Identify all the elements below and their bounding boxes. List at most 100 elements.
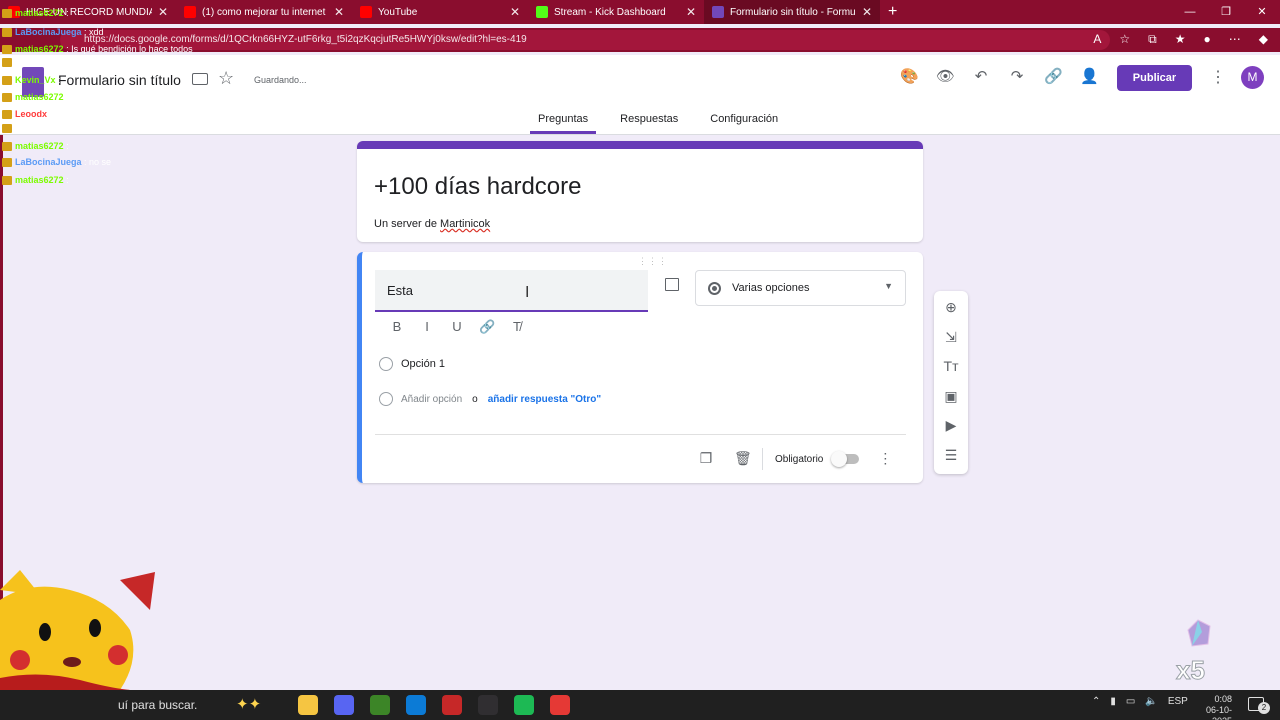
network-icon[interactable]: ▭ [1126,696,1135,707]
spotify-icon[interactable] [514,695,534,715]
chevron-up-icon[interactable]: ⌃ [1092,696,1100,707]
link-icon[interactable]: 🔗 [1044,67,1063,87]
url-input[interactable]: https://docs.google.com/forms/d/1QCrkn66… [60,30,1110,50]
option-row[interactable]: Opción 1 [379,357,445,371]
tab-title: (1) como mejorar tu internet en p [202,6,328,18]
maximize-button[interactable]: ❐ [1208,0,1244,24]
profile-icon[interactable]: ● [1204,32,1211,47]
folder-icon[interactable] [192,73,208,85]
bold-icon[interactable]: B [389,319,405,335]
copilot-icon[interactable]: ◆ [1259,32,1268,47]
chat-badge-icon [2,110,12,120]
radio-circle-icon [379,357,393,371]
palette-icon[interactable]: 🎨 [900,67,919,87]
voicemeeter-icon[interactable] [442,695,462,715]
usb-icon[interactable]: ▮ [1110,696,1116,707]
clock-date: 06-10-2025 [1205,705,1232,720]
question-footer: ❐ 🗑 Obligatorio ⋮ [698,448,893,470]
tab-favicon-icon [536,6,548,18]
chat-text: : [66,92,69,102]
collections-icon[interactable]: ★ [1175,32,1186,47]
discord-icon[interactable] [334,695,354,715]
form-description[interactable]: Un server de Martinicok [374,218,490,230]
taskbar-search[interactable]: uí para buscar. [118,698,197,712]
close-window-button[interactable]: ✕ [1244,0,1280,24]
question-type-dropdown[interactable]: Varias opciones ▼ [695,270,906,306]
browser-tab[interactable]: Stream - Kick Dashboard ✕ [528,0,704,24]
tab-title: Formulario sin título - Formulario [730,6,856,18]
publish-button[interactable]: Publicar [1117,65,1192,91]
redo-icon[interactable]: ↷ [1008,67,1026,87]
question-type-label: Varias opciones [732,282,810,294]
add-question-icon[interactable]: ⊕ [942,299,960,316]
notification-badge: 2 [1258,702,1270,714]
duplicate-icon[interactable]: ❐ [698,450,714,468]
edge-icon[interactable] [406,695,426,715]
underline-icon[interactable]: U [449,319,465,335]
add-image-icon[interactable]: ▣ [942,388,960,405]
chat-badge-icon [2,58,12,68]
close-tab-icon[interactable]: ✕ [686,5,696,19]
tab-configuracion[interactable]: Configuración [702,111,786,134]
form-title[interactable]: +100 días hardcore [374,173,581,201]
preview-icon[interactable]: 👁 [936,67,955,87]
italic-icon[interactable]: I [419,319,435,335]
add-collaborator-icon[interactable]: 👤 [1080,67,1099,87]
add-other-link[interactable]: añadir respuesta "Otro" [488,394,601,405]
close-tab-icon[interactable]: ✕ [862,5,872,19]
new-tab-button[interactable]: + [888,3,897,21]
browser-tab-strip: HICE UN RECORD MUNDIAL EN M✕(1) como mej… [0,0,1280,24]
add-image-icon[interactable] [665,278,679,291]
chat-text: : la bocina como se llama en la vida [49,109,193,119]
forms-header: Formulario sin título ☆ Guardando... 🎨 👁 ↶… [0,55,1280,135]
chat-username: matias6272 [15,92,64,102]
add-option-link[interactable]: Añadir opción [401,394,462,405]
required-label: Obligatorio [775,453,824,465]
delete-icon[interactable]: 🗑 [734,450,752,468]
close-tab-icon[interactable]: ✕ [334,5,344,19]
settings-menu-icon[interactable]: ⋯ [1229,32,1241,47]
add-section-icon[interactable]: ☰ [942,447,960,464]
minimize-button[interactable]: — [1172,0,1208,24]
extensions-icon[interactable]: ⧉ [1148,32,1157,47]
copilot-sparkles-icon[interactable]: ✦✦ [236,695,261,713]
tab-respuestas[interactable]: Respuestas [612,111,686,134]
clock[interactable]: 0:08 06-10-2025 [1192,694,1232,720]
chat-badge-icon [2,9,12,19]
avatar[interactable]: M [1241,66,1264,89]
app-icon[interactable] [550,695,570,715]
doc-title[interactable]: Formulario sin título [58,72,181,88]
drag-handle-icon[interactable]: ⋮⋮⋮ [638,256,668,267]
browser-tab[interactable]: Formulario sin título - Formulario ✕ [704,0,880,24]
obs-icon[interactable] [478,695,498,715]
close-tab-icon[interactable]: ✕ [510,5,520,19]
file-explorer-icon[interactable] [298,695,318,715]
undo-icon[interactable]: ↶ [972,67,990,87]
add-title-icon[interactable]: Tт [942,358,960,374]
required-toggle[interactable] [831,451,860,467]
tab-preguntas[interactable]: Preguntas [530,111,597,134]
favorite-icon[interactable]: ☆ [1119,32,1130,47]
chat-text: : xdd [84,27,104,37]
format-toolbar: B I U 🔗 T̸ [389,319,525,335]
browser-tab[interactable]: (1) como mejorar tu internet en p ✕ [176,0,352,24]
clear-format-icon[interactable]: T̸ [509,319,525,335]
language-indicator[interactable]: ESP [1168,696,1188,707]
browser-tab[interactable]: YouTube ✕ [352,0,528,24]
question-input[interactable]: Esta I [375,270,648,312]
close-tab-icon[interactable]: ✕ [158,5,168,19]
import-questions-icon[interactable]: ⇲ [942,329,960,346]
star-icon[interactable]: ☆ [218,68,234,89]
volume-icon[interactable]: 🔈 [1145,696,1157,707]
read-aloud-icon[interactable]: A [1093,32,1101,47]
tab-favicon-icon [712,6,724,18]
tab-favicon-icon [360,6,372,18]
link-icon[interactable]: 🔗 [479,319,495,335]
question-more-icon[interactable]: ⋮ [877,450,893,468]
minecraft-icon[interactable] [370,695,390,715]
option-label[interactable]: Opción 1 [401,358,445,370]
add-video-icon[interactable]: ▶ [942,417,960,434]
chat-username: matias6272 [15,175,64,185]
chat-username: matias6272 [15,8,64,18]
more-options-icon[interactable]: ⋮ [1210,67,1226,87]
